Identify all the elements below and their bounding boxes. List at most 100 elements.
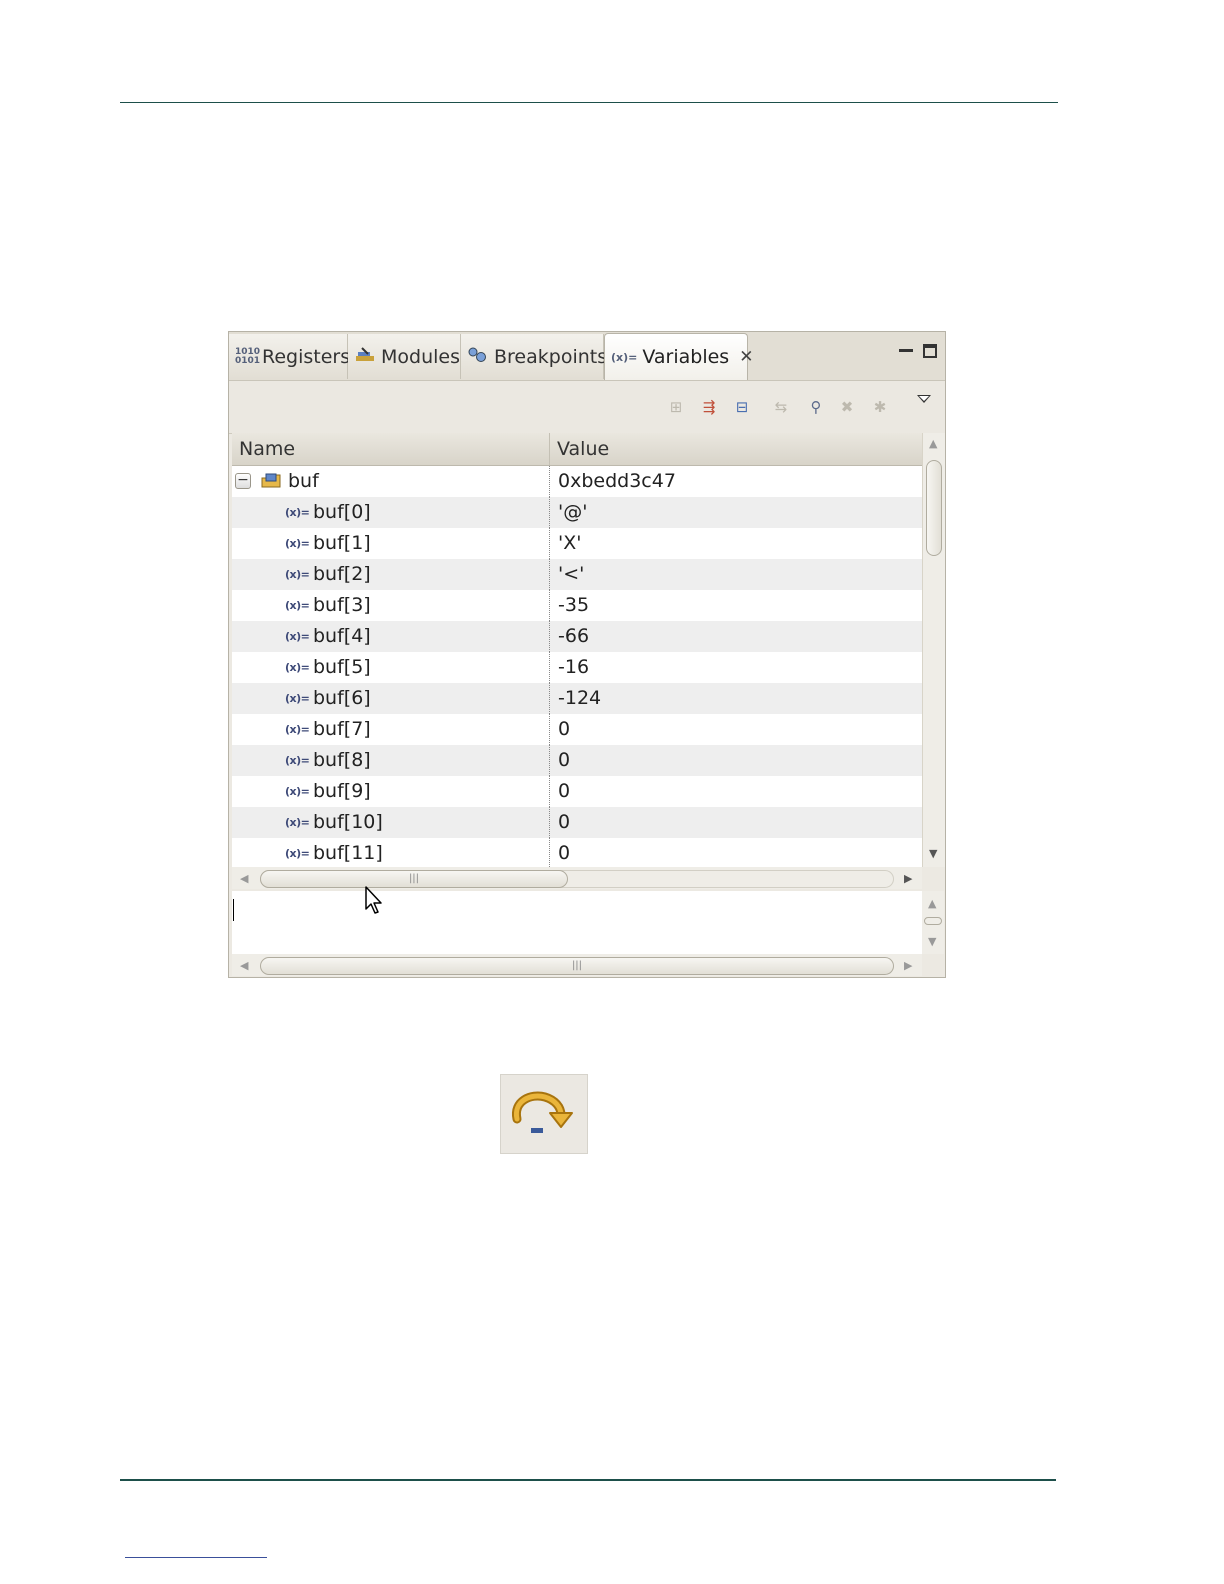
scroll-right-icon[interactable]: ▶ [904, 872, 912, 885]
minimize-icon[interactable] [899, 344, 913, 352]
column-header-name[interactable]: Name [232, 433, 550, 465]
horizontal-scroll-thumb[interactable]: ||| [260, 870, 568, 888]
add-global-variables-icon[interactable]: ⚲ [805, 396, 827, 418]
variable-value: 0xbedd3c47 [558, 470, 676, 492]
variable-name: buf[8] [313, 749, 371, 771]
variable-value: 0 [558, 749, 571, 771]
variable-icon: (x)= [285, 785, 310, 798]
variable-name: buf[6] [313, 687, 371, 709]
scroll-up-icon[interactable]: ▲ [928, 897, 936, 910]
page-top-rule [120, 102, 1058, 103]
debug-view-panel: 1010 0101 Registers Modules Breakpoints (… [228, 331, 946, 978]
tree-row[interactable]: (x)= buf[9] 0 [232, 776, 922, 807]
view-menu-icon[interactable] [917, 395, 931, 403]
tab-modules[interactable]: Modules [348, 334, 461, 379]
tree-row[interactable]: (x)= buf[10] 0 [232, 807, 922, 838]
variable-name: buf[5] [313, 656, 371, 678]
tree-row[interactable]: (x)= buf[11] 0 [232, 838, 922, 867]
tree-row[interactable]: (x)= buf[5] -16 [232, 652, 922, 683]
variable-value: -66 [558, 625, 590, 647]
variable-name: buf[3] [313, 594, 371, 616]
variable-name: buf[10] [313, 811, 383, 833]
vertical-scroll-thumb[interactable] [926, 460, 942, 556]
remove-all-icon[interactable]: ✱ [869, 396, 891, 418]
name-cell: (x)= buf[2] [232, 559, 550, 590]
detail-horizontal-scrollbar[interactable]: ◀ ||| ▶ [232, 954, 922, 976]
tree-row[interactable]: (x)= buf[8] 0 [232, 745, 922, 776]
variable-value: -35 [558, 594, 590, 616]
tree-row[interactable]: (x)= buf[0] '@' [232, 497, 922, 528]
variable-icon: (x)= [285, 506, 310, 519]
table-header: Name Value [232, 433, 922, 466]
scroll-right-icon[interactable]: ▶ [904, 959, 912, 972]
detail-scroll-thumb[interactable] [924, 917, 942, 925]
variable-value: -124 [558, 687, 602, 709]
tree-row[interactable]: (x)= buf[7] 0 [232, 714, 922, 745]
tree-row[interactable]: (x)= buf[1] 'X' [232, 528, 922, 559]
variable-name: buf[0] [313, 501, 371, 523]
variable-icon: (x)= [285, 847, 310, 860]
horizontal-scrollbar[interactable]: ◀ ||| ▶ [232, 867, 922, 889]
tree-row[interactable]: (x)= buf[3] -35 [232, 590, 922, 621]
variable-name: buf[11] [313, 842, 383, 864]
variable-icon: (x)= [285, 599, 310, 612]
variable-value: 'X' [558, 532, 582, 554]
variable-icon: (x)= [285, 816, 310, 829]
tree-row[interactable]: (x)= buf[6] -124 [232, 683, 922, 714]
window-controls [899, 344, 937, 358]
variable-value: 0 [558, 780, 571, 802]
step-over-button[interactable] [500, 1074, 588, 1154]
scroll-down-icon[interactable]: ▼ [928, 935, 936, 948]
name-cell: (x)= buf[1] [232, 528, 550, 559]
variable-name: buf[1] [313, 532, 371, 554]
add-watch-icon[interactable]: ⇆ [770, 396, 792, 418]
detail-horizontal-scroll-thumb[interactable]: ||| [260, 957, 894, 975]
tree-row-root[interactable]: − buf 0xbedd3c47 [232, 466, 922, 497]
struct-variable-icon [261, 473, 281, 488]
scroll-down-icon[interactable]: ▼ [929, 847, 937, 860]
scroll-up-icon[interactable]: ▲ [929, 437, 937, 450]
tab-label: Variables [642, 346, 730, 368]
tab-bar: 1010 0101 Registers Modules Breakpoints (… [229, 332, 945, 381]
variable-name: buf[7] [313, 718, 371, 740]
column-header-value[interactable]: Value [550, 433, 922, 465]
variable-value: 0 [558, 842, 571, 864]
detail-pane[interactable] [232, 891, 922, 954]
name-cell: (x)= buf[11] [232, 838, 550, 867]
maximize-icon[interactable] [923, 344, 937, 358]
name-cell: (x)= buf[6] [232, 683, 550, 714]
tab-variables[interactable]: (x)= Variables ✕ [604, 333, 753, 380]
variable-value: '@' [558, 501, 588, 523]
collapse-toggle-icon[interactable]: − [235, 473, 251, 489]
variable-icon: (x)= [285, 661, 310, 674]
show-type-names-icon[interactable]: ⊞ [665, 396, 687, 418]
scroll-left-icon[interactable]: ◀ [240, 959, 248, 972]
variable-name: buf [288, 470, 319, 492]
tab-registers[interactable]: 1010 0101 Registers [229, 334, 350, 379]
tree-rows: − buf 0xbedd3c47 (x)= buf[0] '@' (x)= buf[1]… [232, 466, 922, 867]
variable-name: buf[9] [313, 780, 371, 802]
variable-icon: (x)= [285, 754, 310, 767]
remove-icon[interactable]: ✖ [836, 396, 858, 418]
vertical-scrollbar[interactable]: ▲ ▼ [922, 433, 945, 867]
step-over-icon [511, 1091, 573, 1133]
mouse-pointer-icon [365, 886, 382, 914]
name-cell: (x)= buf[0] [232, 497, 550, 528]
detail-vertical-scrollbar[interactable]: ▲ ▼ [922, 891, 944, 954]
scroll-left-icon[interactable]: ◀ [240, 872, 248, 885]
name-cell: (x)= buf[9] [232, 776, 550, 807]
tab-breakpoints[interactable]: Breakpoints [461, 334, 608, 379]
variable-value: -16 [558, 656, 590, 678]
tab-label: Breakpoints [494, 345, 608, 368]
show-logical-structure-icon[interactable]: ⇶ [698, 396, 720, 418]
modules-icon [354, 347, 376, 366]
close-tab-icon[interactable]: ✕ [739, 347, 753, 367]
variables-icon: (x)= [611, 350, 638, 364]
tree-row[interactable]: (x)= buf[2] '<' [232, 559, 922, 590]
name-cell: (x)= buf[4] [232, 621, 550, 652]
name-cell: (x)= buf[3] [232, 590, 550, 621]
collapse-all-icon[interactable]: ⊟ [731, 396, 753, 418]
registers-icon: 1010 0101 [235, 346, 261, 366]
variable-icon: (x)= [285, 692, 310, 705]
tree-row[interactable]: (x)= buf[4] -66 [232, 621, 922, 652]
